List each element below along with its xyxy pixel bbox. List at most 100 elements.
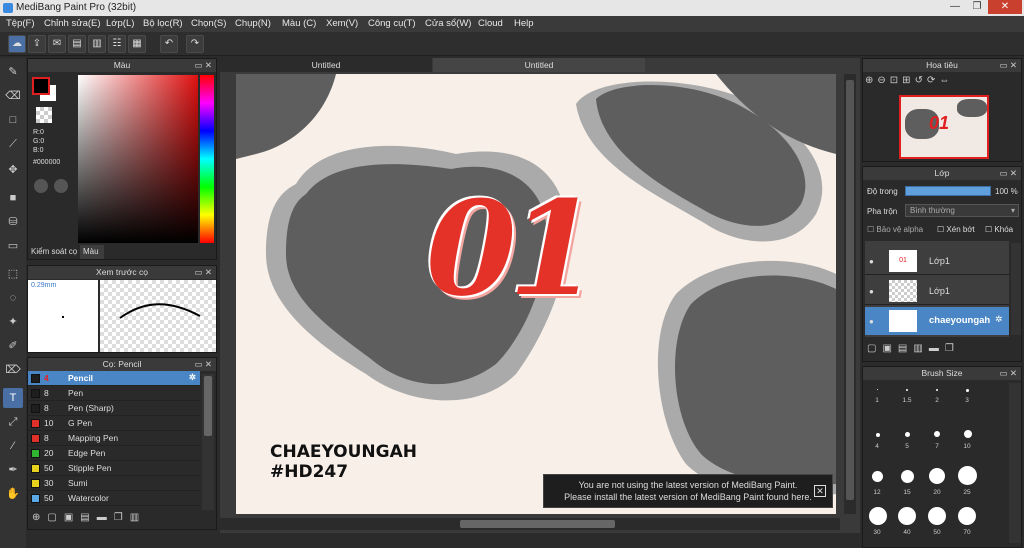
size-dot[interactable] (872, 471, 883, 482)
close-icon[interactable]: ▭ ✕ (194, 266, 212, 279)
share-icon[interactable]: ⇪ (28, 35, 46, 53)
folder-icon[interactable]: ▬ (97, 512, 114, 523)
close-icon[interactable]: ▭ ✕ (999, 167, 1017, 180)
size-dot[interactable] (958, 466, 977, 485)
list-item[interactable]: 50 Stipple Pen (28, 461, 200, 476)
folder-icon[interactable]: ▬ (929, 343, 945, 354)
settings-list-icon[interactable]: ☷ (108, 35, 126, 53)
visibility-icon[interactable]: ● (869, 317, 874, 326)
new-brush-icon[interactable]: ▢ (47, 512, 63, 523)
visibility-icon[interactable]: ● (869, 257, 874, 266)
list-item[interactable]: 10 G Pen (28, 416, 200, 431)
rotate-reset-icon[interactable]: ⟳ (927, 75, 939, 86)
add-brush-icon[interactable]: ⊕ (32, 512, 47, 523)
color-saturation-area[interactable] (78, 75, 198, 243)
duplicate-icon[interactable]: ❐ (114, 512, 130, 523)
size-dot[interactable] (934, 431, 940, 437)
size-dot[interactable] (936, 389, 938, 391)
redo-icon[interactable]: ↷ (186, 35, 204, 53)
gradient-tool-icon[interactable]: ▭ (3, 236, 23, 256)
list-item[interactable]: 4 Pencil ✲ (28, 371, 200, 386)
palette-icon[interactable] (34, 179, 48, 193)
list-item[interactable]: 50 Watercolor (28, 491, 200, 506)
close-icon[interactable]: ▭ ✕ (999, 367, 1017, 380)
gear-icon[interactable]: ✲ (995, 314, 1003, 325)
menu-capture[interactable]: Chụp(N) (235, 18, 271, 29)
menu-filter[interactable]: Bộ lọc(R) (143, 18, 183, 29)
list-item[interactable]: 20 Edge Pen (28, 446, 200, 461)
comment-icon[interactable]: ✉ (48, 35, 66, 53)
add-layer-menu-icon[interactable]: ▥ (913, 343, 928, 354)
menu-view[interactable]: Xem(V) (326, 18, 358, 29)
scrollbar[interactable] (202, 374, 214, 510)
tab-untitled-2[interactable]: Untitled (433, 58, 645, 72)
size-dot[interactable] (906, 389, 908, 391)
close-icon[interactable]: ▭ ✕ (194, 59, 212, 72)
menu-cloud[interactable]: Cloud (478, 18, 503, 29)
operation-tool-icon[interactable]: ⤢ (3, 412, 23, 432)
protect-alpha-option[interactable]: ☐ Bảo vệ alpha (867, 225, 923, 234)
move-tool-icon[interactable]: ✥ (3, 160, 23, 180)
brush-menu-icon[interactable]: ▣ (64, 512, 80, 523)
list-item[interactable]: 8 Pen (28, 386, 200, 401)
close-icon[interactable]: ▭ ✕ (999, 59, 1017, 72)
size-dot[interactable] (877, 389, 878, 390)
pen-tool-icon[interactable]: ⟋ (3, 134, 23, 154)
vertical-scrollbar[interactable] (844, 74, 856, 514)
close-icon[interactable]: ▭ ✕ (194, 358, 212, 371)
fill-rect-tool-icon[interactable]: ■ (3, 188, 23, 208)
layer-scrollbar[interactable] (1011, 243, 1021, 335)
menu-select[interactable]: Chọn(S) (191, 18, 226, 29)
dropper-icon[interactable]: ✒ (3, 460, 23, 480)
transparent-color[interactable] (36, 107, 52, 123)
list-item[interactable]: 8 Mapping Pen (28, 431, 200, 446)
menu-color[interactable]: Màu (C) (282, 18, 316, 29)
actual-size-icon[interactable]: ⊞ (902, 75, 914, 86)
new-layer-8bit-icon[interactable]: ▤ (898, 343, 913, 354)
tab-brush-control[interactable]: Kiểm soát cọ (28, 245, 78, 259)
new-layer-icon[interactable]: ▢ (867, 343, 882, 354)
cloud-icon[interactable]: ☁ (8, 35, 26, 53)
flip-icon[interactable]: ⇔ (939, 75, 953, 86)
size-dot[interactable] (901, 470, 914, 483)
menu-help[interactable]: Help (514, 18, 534, 29)
zoom-in-icon[interactable]: ⊕ (865, 75, 877, 86)
close-icon[interactable]: ✕ (814, 485, 826, 497)
brush-tool-icon[interactable]: ✎ (3, 62, 23, 82)
lock-option[interactable]: ☐ Khóa (985, 225, 1013, 234)
new-halftone-icon[interactable]: ▣ (882, 343, 897, 354)
size-dot[interactable] (876, 433, 880, 437)
size-dot[interactable] (964, 430, 972, 438)
grid-icon[interactable]: ▦ (128, 35, 146, 53)
menu-edit[interactable]: Chỉnh sửa(E) (44, 18, 101, 29)
horizontal-scrollbar[interactable] (220, 518, 840, 530)
document-icon[interactable]: ▥ (88, 35, 106, 53)
size-dot[interactable] (966, 389, 969, 392)
zoom-out-icon[interactable]: ⊖ (877, 75, 889, 86)
menu-window[interactable]: Cửa sổ(W) (425, 18, 471, 29)
size-dot[interactable] (869, 507, 887, 525)
size-dot[interactable] (928, 507, 946, 525)
select-pen-icon[interactable]: ✐ (3, 336, 23, 356)
tab-color[interactable]: Màu (80, 245, 104, 259)
undo-icon[interactable]: ↶ (160, 35, 178, 53)
foreground-color[interactable] (32, 77, 50, 95)
minimize-button[interactable]: — (944, 0, 966, 14)
size-dot[interactable] (958, 507, 976, 525)
duplicate-layer-icon[interactable]: ❐ (945, 343, 960, 354)
tab-untitled-1[interactable]: Untitled (220, 58, 432, 72)
clipping-option[interactable]: ☐ Xén bớt (937, 225, 975, 234)
layer-row[interactable]: ● chaeyoungah ✲ (865, 307, 1009, 335)
lasso-tool-icon[interactable]: ◌ (3, 288, 23, 308)
navigator-thumbnail[interactable]: 01 (899, 95, 989, 159)
list-item[interactable]: 30 Sumi (28, 476, 200, 491)
text-tool-icon[interactable]: T (3, 388, 23, 408)
eyedropper-icon[interactable]: ⁄ (3, 436, 23, 456)
blend-mode-select[interactable]: Bình thường ▾ (905, 204, 1019, 217)
hand-tool-icon[interactable]: ✋ (3, 484, 23, 504)
update-notification[interactable]: You are not using the latest version of … (543, 474, 833, 508)
maximize-button[interactable]: ❐ (966, 0, 988, 14)
magic-wand-icon[interactable]: ✦ (3, 312, 23, 332)
drawing-canvas[interactable]: 01 CHAEYOUNGAH #HD247 (236, 74, 836, 514)
size-dot[interactable] (929, 468, 945, 484)
